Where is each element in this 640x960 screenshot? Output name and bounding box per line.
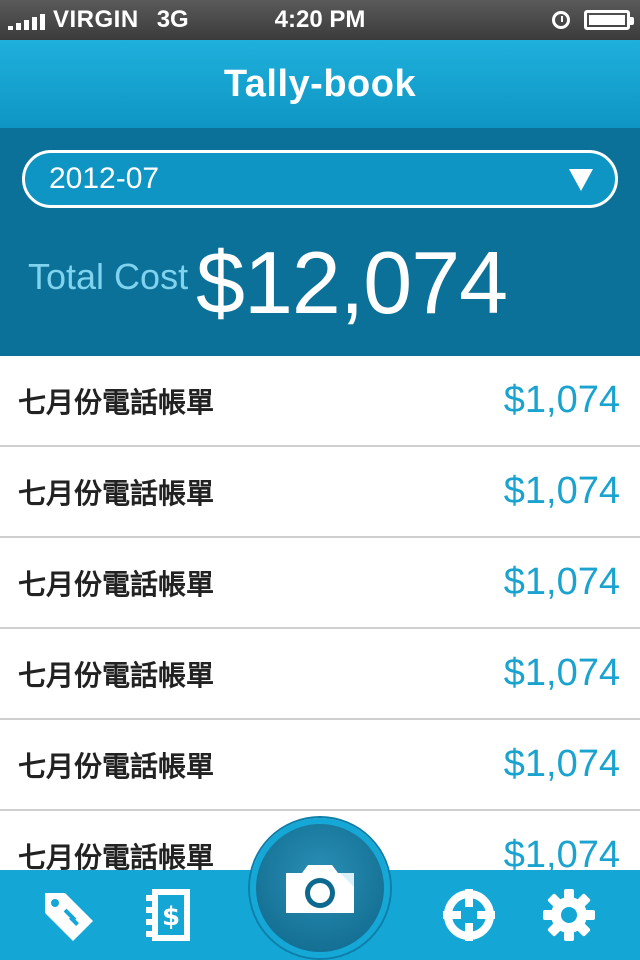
list-item[interactable]: 七月份電話帳單 $1,074 — [0, 356, 640, 447]
total-cost-value: $12,074 — [196, 233, 508, 332]
svg-text:$: $ — [162, 902, 180, 932]
list-item[interactable]: 七月份電話帳單 $1,074 — [0, 629, 640, 720]
item-name: 七月份電話帳單 — [18, 749, 215, 783]
item-name: 七月份電話帳單 — [18, 385, 215, 419]
list-item[interactable]: 七月份電話帳單 $1,074 — [0, 538, 640, 629]
page-title: Tally-book — [223, 62, 417, 105]
item-name: 七月份電話帳單 — [18, 567, 215, 601]
battery-icon — [584, 10, 634, 30]
item-amount: $1,074 — [503, 743, 620, 785]
gear-icon — [543, 889, 595, 941]
dropdown-arrow-icon — [569, 169, 593, 191]
month-select[interactable]: 2012-07 — [22, 150, 618, 208]
tag-icon — [45, 893, 93, 941]
item-name: 七月份電話帳單 — [18, 476, 215, 510]
nav-bar: Tally-book — [0, 40, 640, 128]
status-bar: VIRGIN 3G 4:20 PM — [0, 0, 640, 40]
list-item[interactable]: 七月份電話帳單 $1,074 — [0, 720, 640, 811]
item-amount: $1,074 — [503, 652, 620, 694]
selected-month: 2012-07 — [49, 162, 160, 195]
list-item[interactable]: 七月份電話帳單 $1,074 — [0, 447, 640, 538]
summary-panel: 2012-07 Total Cost $12,074 — [0, 128, 640, 356]
tab-settings[interactable] — [534, 870, 604, 960]
carrier-name: VIRGIN — [53, 6, 139, 33]
clock-icon — [552, 11, 570, 29]
network-type: 3G — [156, 6, 189, 33]
signal-icon — [8, 10, 45, 30]
item-amount: $1,074 — [503, 561, 620, 603]
item-name: 七月份電話帳單 — [18, 658, 215, 692]
tab-tags[interactable] — [34, 870, 104, 960]
camera-icon — [286, 865, 354, 913]
crosshair-icon — [443, 889, 495, 941]
tab-bills[interactable]: $ — [134, 870, 204, 960]
camera-button[interactable] — [250, 818, 390, 958]
item-amount: $1,074 — [503, 470, 620, 512]
bill-icon: $ — [146, 889, 190, 941]
tab-location[interactable] — [434, 870, 504, 960]
item-amount: $1,074 — [503, 379, 620, 421]
total-cost-label: Total Cost — [28, 256, 189, 297]
